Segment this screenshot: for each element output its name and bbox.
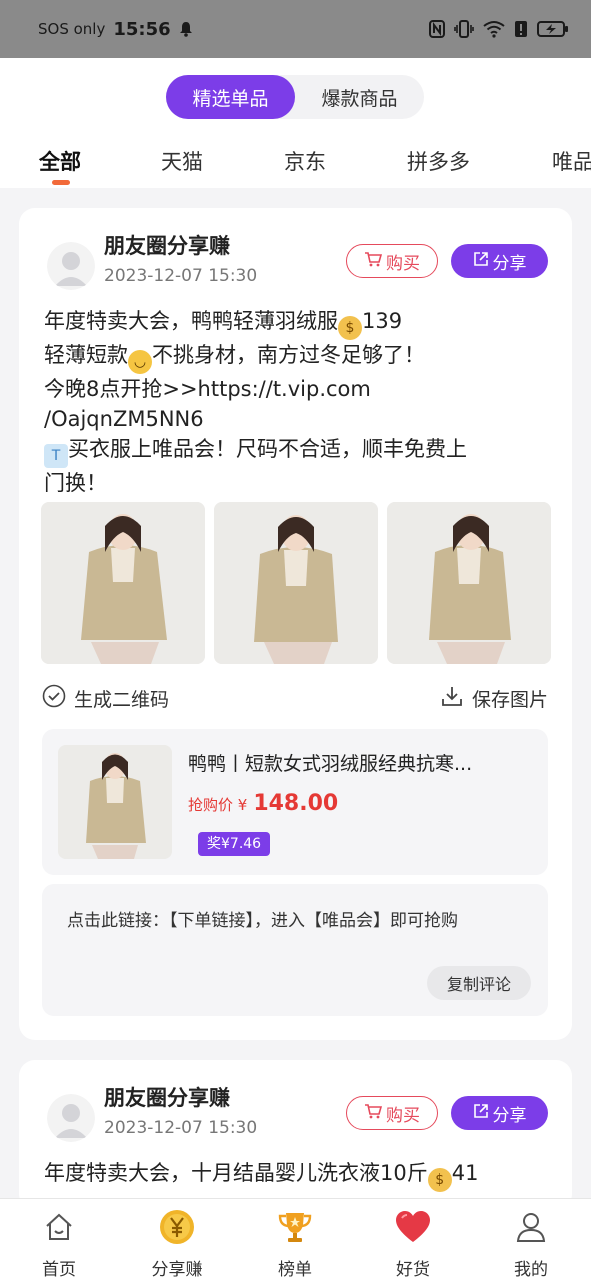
save-image-label: 保存图片 — [471, 689, 548, 711]
product-title: 鸭鸭丨短款女式羽绒服经典抗寒... — [188, 753, 473, 775]
price-value: 148.00 — [253, 791, 339, 816]
nav-ranking[interactable]: 榜单 — [245, 1199, 345, 1280]
status-bar: SOS only 15:56 — [0, 0, 591, 58]
nav-label: 好货 — [396, 1260, 430, 1280]
product-photo[interactable] — [214, 502, 378, 664]
money-bag-icon: $ — [427, 1168, 452, 1192]
check-circle-icon — [42, 684, 66, 713]
nav-good-items[interactable]: 好货 — [363, 1199, 463, 1280]
comment-box: 点击此链接：【下单链接】，进入【唯品会】即可抢购 复制评论 — [42, 884, 548, 1016]
avatar — [47, 242, 95, 290]
share-button[interactable]: 分享 — [451, 1096, 548, 1130]
copy-comment-button[interactable]: 复制评论 — [427, 966, 531, 1000]
post-text-line: 门换！ — [44, 471, 107, 495]
post-text: 年度特卖大会，鸭鸭轻薄羽绒服 $139 轻薄短款 ◡ 不挑身材，南方过冬足够了！ 今晚… — [44, 306, 549, 498]
reward-badge: 奖¥7.46 — [198, 832, 271, 856]
bell-icon — [179, 21, 193, 37]
photo-grid — [41, 502, 551, 664]
post-text: 年度特卖大会，十月结晶婴儿洗衣液10斤 $41 — [44, 1158, 478, 1192]
nav-home[interactable]: 首页 — [9, 1199, 109, 1280]
buy-label: 购买 — [386, 253, 420, 274]
user-icon — [513, 1209, 549, 1245]
product-price: 抢购价 ¥ 148.00 — [188, 791, 338, 816]
external-link-icon — [473, 251, 489, 272]
header: 精选单品 爆款商品 全部 天猫 京东 拼多多 唯品会 — [0, 58, 591, 188]
share-button[interactable]: 分享 — [451, 244, 548, 278]
buy-label: 购买 — [386, 1105, 420, 1126]
segment-selected-items[interactable]: 精选单品 — [166, 75, 295, 119]
comment-text: 点击此链接：【下单链接】，进入【唯品会】即可抢购 — [67, 911, 458, 931]
platform-tabs: 全部 天猫 京东 拼多多 唯品会 — [0, 140, 591, 188]
wifi-icon — [483, 20, 505, 38]
product-photo[interactable] — [41, 502, 205, 664]
nav-label: 首页 — [42, 1260, 76, 1280]
tab-pinduoduo[interactable]: 拼多多 — [407, 146, 470, 176]
bottom-nav: 首页 分享赚 榜单 好货 我的 — [0, 1198, 591, 1280]
post-text-line[interactable]: 今晚8点开抢>>https://t.vip.com — [44, 374, 549, 404]
share-label: 分享 — [492, 1105, 527, 1126]
post-text-line: 年度特卖大会，鸭鸭轻薄羽绒服 — [44, 309, 338, 333]
nav-profile[interactable]: 我的 — [481, 1199, 581, 1280]
tab-vipshop[interactable]: 唯品会 — [552, 146, 591, 176]
vibrate-icon — [454, 20, 474, 38]
product-photo[interactable] — [387, 502, 551, 664]
carrier-text: SOS only — [38, 20, 106, 38]
post-text-line: 年度特卖大会，十月结晶婴儿洗衣液10斤 — [44, 1161, 428, 1185]
heart-icon — [395, 1209, 431, 1245]
post-title: 朋友圈分享赚 — [104, 234, 230, 258]
trophy-icon — [277, 1209, 313, 1245]
battery-charging-icon — [537, 20, 569, 38]
money-bag-icon: $ — [338, 316, 362, 340]
home-icon — [41, 1209, 77, 1245]
buy-button[interactable]: 购买 — [346, 1096, 438, 1130]
alert-icon — [514, 20, 528, 38]
tab-all[interactable]: 全部 — [39, 146, 81, 176]
external-link-icon — [473, 1103, 489, 1124]
buy-button[interactable]: 购买 — [346, 244, 438, 278]
post-text-line[interactable]: /OajqnZM5NN6 — [44, 404, 549, 434]
nav-label: 我的 — [514, 1260, 548, 1280]
nfc-icon — [429, 20, 445, 38]
save-image-button[interactable]: 保存图片 — [440, 684, 548, 713]
post-text-price: 139 — [362, 309, 403, 333]
share-label: 分享 — [492, 253, 527, 274]
post-text-line: 买衣服上唯品会！尺码不合适，顺丰免费上 — [68, 437, 467, 461]
download-icon — [440, 684, 464, 713]
tshirt-emoji-icon: T — [44, 444, 68, 468]
post-text-line: 不挑身材，南方过冬足够了！ — [152, 343, 425, 367]
clock-time: 15:56 — [113, 18, 171, 40]
post-title: 朋友圈分享赚 — [104, 1086, 230, 1110]
post-text-line: 轻薄短款 — [44, 343, 128, 367]
nav-label: 分享赚 — [151, 1260, 203, 1280]
avatar — [47, 1094, 95, 1142]
product-thumbnail — [58, 745, 172, 859]
segment-control: 精选单品 爆款商品 — [166, 75, 424, 119]
tab-jd[interactable]: 京东 — [284, 146, 326, 176]
tab-indicator — [52, 180, 70, 185]
yuan-coin-icon — [159, 1209, 195, 1245]
generate-qr-label: 生成二维码 — [74, 689, 170, 711]
segment-hot-items[interactable]: 爆款商品 — [295, 75, 424, 119]
post-text-price: 41 — [451, 1161, 479, 1185]
nav-label: 榜单 — [278, 1260, 312, 1280]
cart-icon — [364, 251, 383, 272]
grin-emoji-icon: ◡ — [128, 350, 152, 374]
price-label: 抢购价 ¥ — [188, 796, 248, 814]
post-card: 朋友圈分享赚 2023-12-07 15:30 购买 分享 年度特卖大会，鸭鸭轻… — [19, 208, 572, 1040]
tab-tmall[interactable]: 天猫 — [161, 146, 203, 176]
product-card[interactable]: 鸭鸭丨短款女式羽绒服经典抗寒... 抢购价 ¥ 148.00 奖¥7.46 — [42, 729, 548, 875]
post-card: 朋友圈分享赚 2023-12-07 15:30 购买 分享 年度特卖大会，十月结… — [19, 1060, 572, 1210]
generate-qr-button[interactable]: 生成二维码 — [42, 684, 169, 713]
cart-icon — [364, 1103, 383, 1124]
nav-share-earn[interactable]: 分享赚 — [127, 1199, 227, 1280]
post-time: 2023-12-07 15:30 — [104, 266, 258, 286]
post-time: 2023-12-07 15:30 — [104, 1118, 258, 1138]
